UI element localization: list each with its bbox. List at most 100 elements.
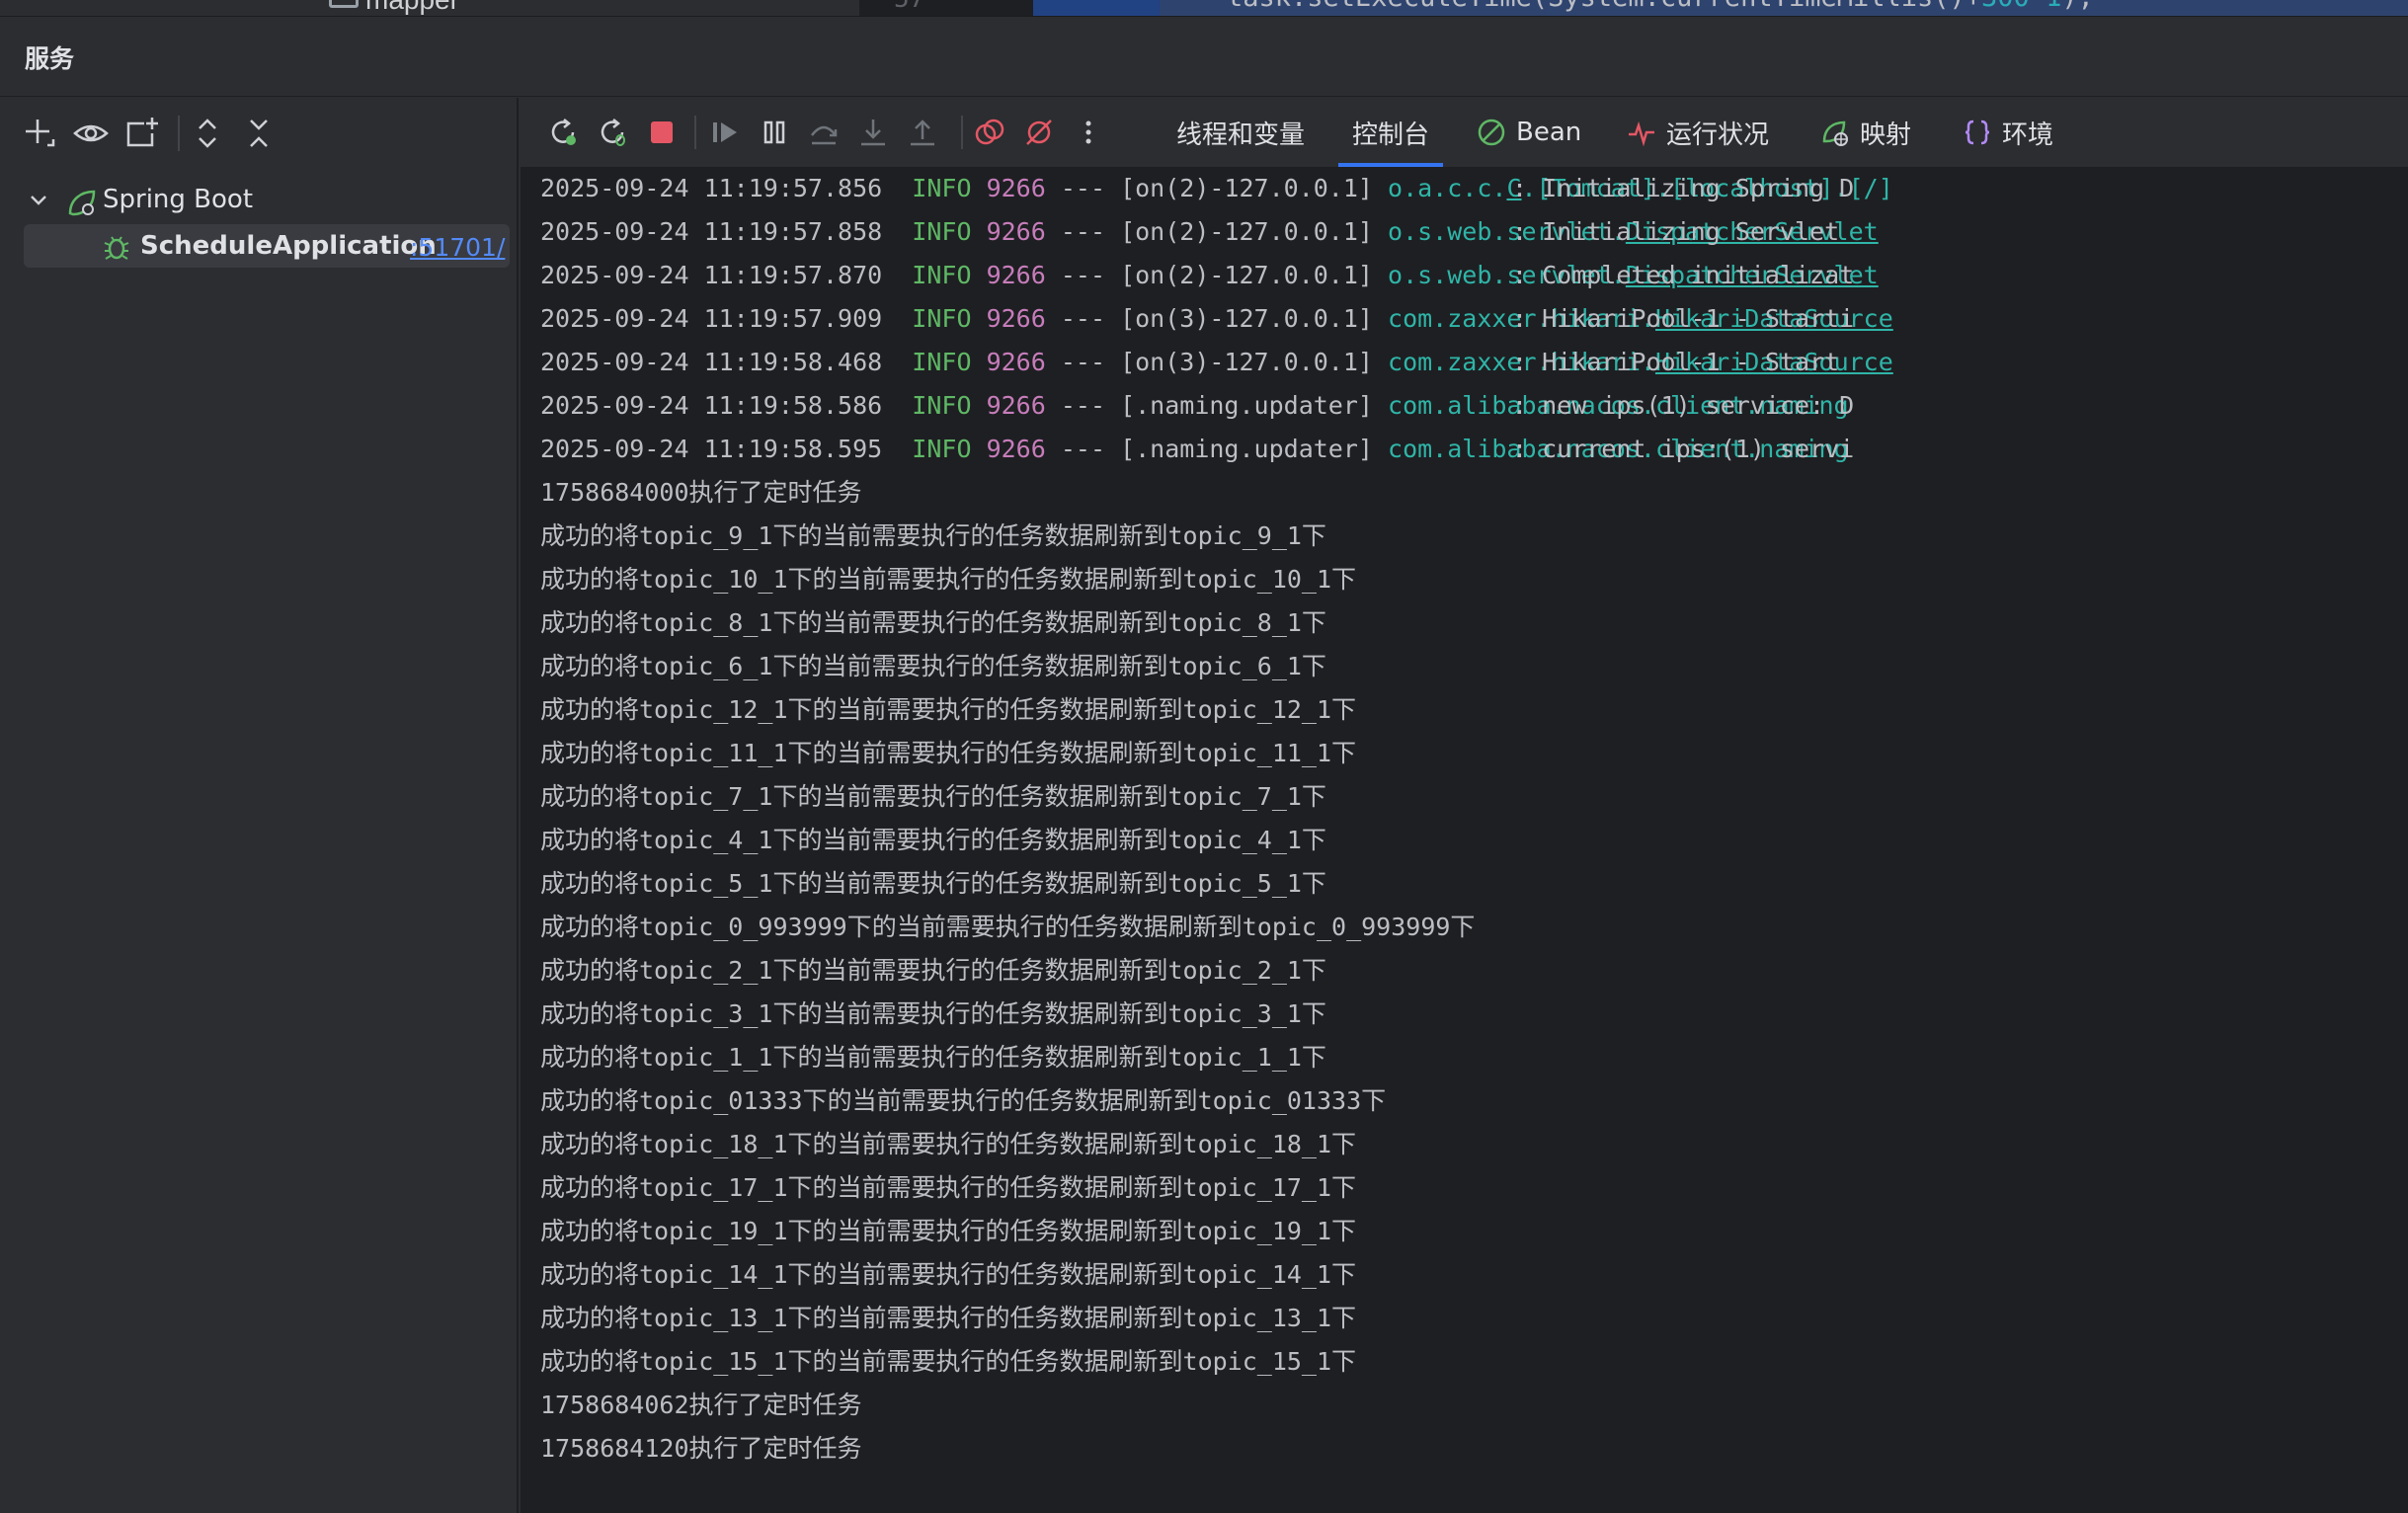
- log-thread: [on(3)-127.0.0.1]: [1120, 304, 1373, 333]
- tab-label: 线程和变量: [1176, 119, 1306, 150]
- code-number: 300: [1981, 0, 2030, 13]
- console-line: 1758684120执行了定时任务: [540, 1434, 862, 1463]
- pause-icon[interactable]: [756, 114, 793, 151]
- logger-package: o.a.c.c.: [1388, 174, 1507, 202]
- view-breakpoints-icon[interactable]: [971, 114, 1008, 151]
- code-number2: 1: [2046, 0, 2061, 13]
- stop-icon[interactable]: [643, 114, 681, 151]
- step-over-icon[interactable]: [805, 114, 843, 151]
- mappings-icon: [1820, 118, 1850, 147]
- log-timestamp: 2025-09-24 11:19:57.858: [540, 217, 883, 246]
- tab-mappings[interactable]: 映射: [1820, 98, 1911, 167]
- console-line: 成功的将topic_5_1下的当前需要执行的任务数据刷新到topic_5_1下: [540, 869, 1326, 898]
- services-title: 服务: [25, 44, 75, 73]
- log-separator: ---: [1060, 304, 1106, 333]
- console-line: 1758684062执行了定时任务: [540, 1391, 862, 1419]
- log-separator: ---: [1060, 435, 1106, 463]
- editor-strip: mapper 57 task.setExecuteTime(System.cur…: [0, 0, 2408, 17]
- log-pid: 9266: [986, 261, 1046, 289]
- rerun-icon[interactable]: [544, 114, 582, 151]
- log-timestamp: 2025-09-24 11:19:58.586: [540, 391, 883, 420]
- editor-gutter: [859, 0, 1027, 16]
- tree-node-label: Spring Boot: [103, 185, 254, 214]
- tree-node-label: ScheduleApplication: [140, 231, 437, 261]
- log-line: 2025-09-24 11:19:57.858 INFO 9266 --- [o…: [540, 210, 1879, 254]
- console-line: 成功的将topic_2_1下的当前需要执行的任务数据刷新到topic_2_1下: [540, 956, 1326, 985]
- tab-threads-variables[interactable]: 线程和变量: [1176, 98, 1305, 167]
- log-message: : Initializing Spring D: [1512, 174, 1855, 202]
- tab-bean[interactable]: Bean: [1477, 98, 1581, 167]
- console-line: 成功的将topic_18_1下的当前需要执行的任务数据刷新到topic_18_1…: [540, 1130, 1357, 1158]
- code-op: *: [2030, 0, 2046, 13]
- log-line: 2025-09-24 11:19:57.856 INFO 9266 --- [o…: [540, 167, 1893, 210]
- code-suffix: );: [2061, 0, 2094, 13]
- step-into-icon[interactable]: [854, 114, 892, 151]
- log-timestamp: 2025-09-24 11:19:57.856: [540, 174, 883, 202]
- tree-node-schedule-application[interactable]: ScheduleApplication :51701/: [0, 224, 519, 268]
- log-pid: 9266: [986, 174, 1046, 202]
- tab-label: 控制台: [1352, 119, 1430, 150]
- log-message: : current ips:(1) servi: [1512, 435, 1855, 463]
- folder-icon: [329, 0, 359, 8]
- rerun-debug-icon[interactable]: [594, 114, 631, 151]
- services-tree-panel: Spring Boot ScheduleApplication :51701/: [0, 98, 519, 1513]
- log-pid: 9266: [986, 304, 1046, 333]
- tab-label: 环境: [2002, 119, 2054, 150]
- health-icon: [1627, 118, 1656, 147]
- console-line: 成功的将topic_12_1下的当前需要执行的任务数据刷新到topic_12_1…: [540, 695, 1357, 724]
- eye-icon[interactable]: [71, 114, 111, 153]
- log-level: INFO: [912, 391, 972, 420]
- spring-boot-icon: [65, 186, 99, 223]
- log-message: : HikariPool-1 - Start: [1512, 348, 1855, 376]
- log-line: 2025-09-24 11:19:58.595 INFO 9266 --- [.…: [540, 428, 1854, 471]
- log-thread: [on(2)-127.0.0.1]: [1120, 261, 1373, 289]
- console-line: 成功的将topic_1_1下的当前需要执行的任务数据刷新到topic_1_1下: [540, 1043, 1326, 1072]
- log-pid: 9266: [986, 435, 1046, 463]
- collapse-all-icon[interactable]: [239, 114, 279, 153]
- port-link[interactable]: :51701/: [410, 233, 505, 262]
- tree-node-spring-boot[interactable]: Spring Boot: [0, 178, 519, 221]
- log-timestamp: 2025-09-24 11:19:57.909: [540, 304, 883, 333]
- mute-breakpoints-icon[interactable]: [1020, 114, 1058, 151]
- log-thread: [on(2)-127.0.0.1]: [1120, 217, 1373, 246]
- console-output[interactable]: 2025-09-24 11:19:57.856 INFO 9266 --- [o…: [521, 167, 2408, 1513]
- expand-all-icon[interactable]: [188, 114, 227, 153]
- log-timestamp: 2025-09-24 11:19:57.870: [540, 261, 883, 289]
- ide-window: mapper 57 task.setExecuteTime(System.cur…: [0, 0, 2408, 1513]
- log-timestamp: 2025-09-24 11:19:58.468: [540, 348, 883, 376]
- code-line[interactable]: task.setExecuteTime(System.currentTimeMi…: [1227, 0, 2094, 13]
- console-line: 成功的将topic_11_1下的当前需要执行的任务数据刷新到topic_11_1…: [540, 739, 1357, 767]
- console-panel: 线程和变量 控制台 Bean 运行状况 映射 环境 2025-09-24 11:…: [521, 98, 2408, 1513]
- console-line: 成功的将topic_6_1下的当前需要执行的任务数据刷新到topic_6_1下: [540, 652, 1326, 680]
- log-message: : Completed initializat: [1512, 261, 1855, 289]
- log-thread: [on(3)-127.0.0.1]: [1120, 348, 1373, 376]
- more-icon[interactable]: [1070, 114, 1107, 151]
- tab-environment[interactable]: 环境: [1963, 98, 2053, 167]
- log-message: : Initializing Servlet: [1512, 217, 1840, 246]
- environment-icon: [1963, 118, 1992, 147]
- console-line: 成功的将topic_17_1下的当前需要执行的任务数据刷新到topic_17_1…: [540, 1173, 1357, 1202]
- services-header: 服务: [0, 18, 2408, 97]
- tab-label: Bean: [1516, 118, 1582, 147]
- resume-icon[interactable]: [706, 114, 744, 151]
- new-group-icon[interactable]: [122, 114, 162, 153]
- code-caret-highlight: [1033, 0, 1160, 16]
- log-level: INFO: [912, 435, 972, 463]
- log-line: 2025-09-24 11:19:57.870 INFO 9266 --- [o…: [540, 254, 1879, 297]
- folder-label[interactable]: mapper: [365, 0, 459, 16]
- toolbar-separator: [961, 116, 963, 149]
- log-thread: [on(2)-127.0.0.1]: [1120, 174, 1373, 202]
- log-level: INFO: [912, 348, 972, 376]
- add-icon[interactable]: [20, 114, 59, 153]
- services-tree-toolbar: [0, 98, 519, 169]
- tab-label: 运行状况: [1666, 119, 1770, 150]
- step-out-icon[interactable]: [904, 114, 941, 151]
- tab-console[interactable]: 控制台: [1337, 98, 1444, 167]
- log-separator: ---: [1060, 348, 1106, 376]
- log-level: INFO: [912, 261, 972, 289]
- chevron-down-icon[interactable]: [28, 190, 49, 215]
- log-message: : HikariPool-1 - Starti: [1512, 304, 1855, 333]
- tab-health[interactable]: 运行状况: [1627, 98, 1769, 167]
- log-line: 2025-09-24 11:19:57.909 INFO 9266 --- [o…: [540, 297, 1893, 341]
- log-separator: ---: [1060, 217, 1106, 246]
